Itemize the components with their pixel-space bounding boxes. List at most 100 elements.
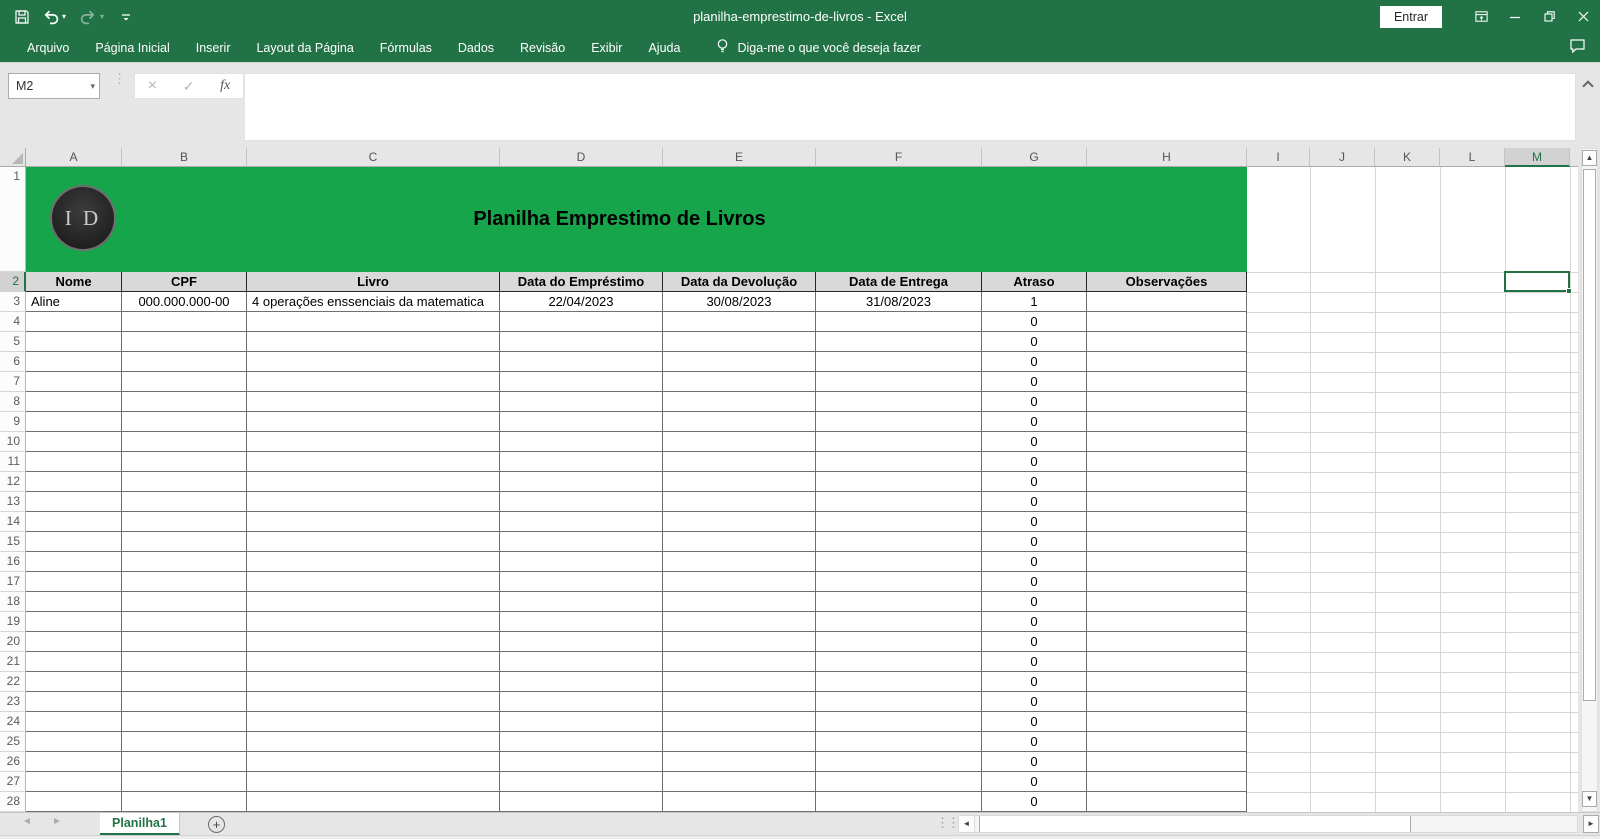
cell-G20[interactable]: 0: [982, 632, 1087, 652]
cell-D15[interactable]: [500, 532, 663, 552]
cell-B23[interactable]: [122, 692, 247, 712]
column-header-F[interactable]: F: [816, 148, 982, 167]
sheet-tab-planilha1[interactable]: Planilha1: [100, 813, 180, 836]
column-header-I[interactable]: I: [1247, 148, 1310, 167]
cell-B14[interactable]: [122, 512, 247, 532]
cell-G6[interactable]: 0: [982, 352, 1087, 372]
cell-C21[interactable]: [247, 652, 500, 672]
ribbon-tab-revisao[interactable]: Revisão: [507, 33, 578, 62]
cell-F14[interactable]: [816, 512, 982, 532]
cell-H23[interactable]: [1087, 692, 1247, 712]
row-header-6[interactable]: 6: [0, 352, 26, 372]
cell-H7[interactable]: [1087, 372, 1247, 392]
cell-G22[interactable]: 0: [982, 672, 1087, 692]
minimize-button[interactable]: [1498, 0, 1532, 33]
cell-F19[interactable]: [816, 612, 982, 632]
cell-H24[interactable]: [1087, 712, 1247, 732]
cell-E26[interactable]: [663, 752, 816, 772]
cell-C10[interactable]: [247, 432, 500, 452]
cell-C4[interactable]: [247, 312, 500, 332]
cell-F18[interactable]: [816, 592, 982, 612]
cell-B6[interactable]: [122, 352, 247, 372]
cell-E13[interactable]: [663, 492, 816, 512]
cell-H18[interactable]: [1087, 592, 1247, 612]
cell-G26[interactable]: 0: [982, 752, 1087, 772]
cell-D16[interactable]: [500, 552, 663, 572]
cell-G18[interactable]: 0: [982, 592, 1087, 612]
cell-D18[interactable]: [500, 592, 663, 612]
cell-G28[interactable]: 0: [982, 792, 1087, 812]
undo-dropdown-icon[interactable]: ▾: [62, 12, 72, 21]
cell-G27[interactable]: 0: [982, 772, 1087, 792]
cell-E17[interactable]: [663, 572, 816, 592]
column-header-M[interactable]: M: [1505, 148, 1570, 167]
cell-B5[interactable]: [122, 332, 247, 352]
cell-F24[interactable]: [816, 712, 982, 732]
cell-B7[interactable]: [122, 372, 247, 392]
cell-H20[interactable]: [1087, 632, 1247, 652]
cell-A25[interactable]: [26, 732, 122, 752]
cell-E22[interactable]: [663, 672, 816, 692]
cell-H2[interactable]: Observações: [1087, 272, 1247, 292]
row-header-7[interactable]: 7: [0, 372, 26, 392]
column-header-L[interactable]: L: [1440, 148, 1505, 167]
column-header-J[interactable]: J: [1310, 148, 1375, 167]
row-header-16[interactable]: 16: [0, 552, 26, 572]
cell-G17[interactable]: 0: [982, 572, 1087, 592]
customize-qat-icon[interactable]: [114, 4, 138, 30]
restore-button[interactable]: [1532, 0, 1566, 33]
row-header-19[interactable]: 19: [0, 612, 26, 632]
undo-icon[interactable]: [38, 4, 62, 30]
cell-G13[interactable]: 0: [982, 492, 1087, 512]
cell-H22[interactable]: [1087, 672, 1247, 692]
cell-D5[interactable]: [500, 332, 663, 352]
sheet-nav-right-icon[interactable]: ►: [48, 816, 66, 827]
cell-G11[interactable]: 0: [982, 452, 1087, 472]
insert-function-icon[interactable]: fx: [220, 78, 230, 94]
cell-D21[interactable]: [500, 652, 663, 672]
cell-G12[interactable]: 0: [982, 472, 1087, 492]
ribbon-tab-formulas[interactable]: Fórmulas: [367, 33, 445, 62]
cell-C11[interactable]: [247, 452, 500, 472]
cell-G19[interactable]: 0: [982, 612, 1087, 632]
row-header-4[interactable]: 4: [0, 312, 26, 332]
row-header-2[interactable]: 2: [0, 272, 26, 292]
cell-G2[interactable]: Atraso: [982, 272, 1087, 292]
cell-F28[interactable]: [816, 792, 982, 812]
cell-H19[interactable]: [1087, 612, 1247, 632]
row-header-1[interactable]: 1: [0, 167, 26, 272]
cell-A24[interactable]: [26, 712, 122, 732]
cell-D17[interactable]: [500, 572, 663, 592]
cell-C26[interactable]: [247, 752, 500, 772]
cell-A23[interactable]: [26, 692, 122, 712]
row-header-12[interactable]: 12: [0, 472, 26, 492]
cell-H6[interactable]: [1087, 352, 1247, 372]
ribbon-tab-pagina-inicial[interactable]: Página Inicial: [82, 33, 182, 62]
row-header-8[interactable]: 8: [0, 392, 26, 412]
cell-E4[interactable]: [663, 312, 816, 332]
cell-F21[interactable]: [816, 652, 982, 672]
cell-H16[interactable]: [1087, 552, 1247, 572]
cell-B26[interactable]: [122, 752, 247, 772]
cell-F25[interactable]: [816, 732, 982, 752]
cell-D23[interactable]: [500, 692, 663, 712]
collapse-formula-bar-icon[interactable]: [1582, 80, 1594, 92]
cell-F15[interactable]: [816, 532, 982, 552]
cell-D10[interactable]: [500, 432, 663, 452]
row-header-11[interactable]: 11: [0, 452, 26, 472]
cell-G23[interactable]: 0: [982, 692, 1087, 712]
select-all-corner[interactable]: [0, 148, 26, 167]
row-header-15[interactable]: 15: [0, 532, 26, 552]
cell-A4[interactable]: [26, 312, 122, 332]
cell-E28[interactable]: [663, 792, 816, 812]
cell-B9[interactable]: [122, 412, 247, 432]
cell-E8[interactable]: [663, 392, 816, 412]
ribbon-tab-dados[interactable]: Dados: [445, 33, 507, 62]
cell-F6[interactable]: [816, 352, 982, 372]
cell-E24[interactable]: [663, 712, 816, 732]
cell-D9[interactable]: [500, 412, 663, 432]
tab-scrollbar-splitter[interactable]: ⋮⋮: [936, 815, 960, 831]
cell-B17[interactable]: [122, 572, 247, 592]
cell-C5[interactable]: [247, 332, 500, 352]
cell-A10[interactable]: [26, 432, 122, 452]
